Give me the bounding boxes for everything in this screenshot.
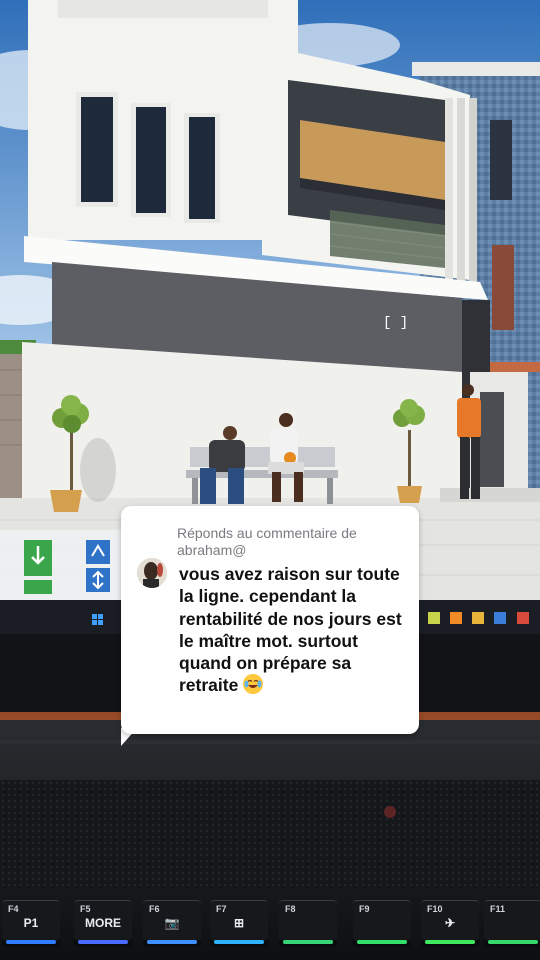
svg-text:[ ]: [ ]: [383, 315, 408, 331]
key-label: F10: [427, 904, 443, 914]
airplane-icon: ✈: [444, 916, 456, 930]
avatar: [137, 558, 167, 588]
camera-icon: 📷: [164, 916, 180, 930]
f7-key[interactable]: F7 ⊞: [210, 900, 268, 944]
key-backlight: [147, 940, 197, 944]
display-icon: ⊞: [233, 916, 245, 930]
key-label: F8: [285, 904, 296, 914]
key-label: F7: [216, 904, 227, 914]
reply-comment-card[interactable]: Réponds au commentaire de abraham@ vous …: [121, 506, 419, 734]
key-label: F9: [359, 904, 370, 914]
key-label: F5: [80, 904, 91, 914]
reply-header: Réponds au commentaire de abraham@: [177, 525, 357, 558]
f6-key[interactable]: F6 📷: [143, 900, 201, 944]
key-symbol: MORE: [85, 916, 121, 930]
comment-body: vous avez raison sur toute la ligne. cep…: [179, 564, 402, 696]
key-label: F11: [490, 904, 506, 914]
screen-photo: [ ]: [0, 0, 540, 960]
speaker-grille: [0, 780, 540, 890]
key-backlight: [357, 940, 407, 944]
key-symbol: P1: [23, 916, 39, 930]
key-label: F6: [149, 904, 160, 914]
key-label: F4: [8, 904, 19, 914]
walk-tool-icon: [86, 540, 110, 564]
key-backlight: [78, 940, 128, 944]
key-backlight: [6, 940, 56, 944]
f4-key[interactable]: F4 P1: [2, 900, 60, 944]
key-backlight: [425, 940, 475, 944]
key-backlight: [283, 940, 333, 944]
key-backlight: [214, 940, 264, 944]
face-with-tears-of-joy-icon: [243, 674, 264, 695]
f11-key[interactable]: F11: [484, 900, 540, 944]
f8-key[interactable]: F8: [279, 900, 337, 944]
f5-key[interactable]: F5 MORE: [74, 900, 132, 944]
comment-text: vous avez raison sur toute la ligne. cep…: [179, 563, 409, 697]
key-backlight: [488, 940, 538, 944]
standing-person: [457, 384, 481, 499]
f10-key[interactable]: F10 ✈: [421, 900, 479, 944]
f9-key[interactable]: F9: [353, 900, 411, 944]
